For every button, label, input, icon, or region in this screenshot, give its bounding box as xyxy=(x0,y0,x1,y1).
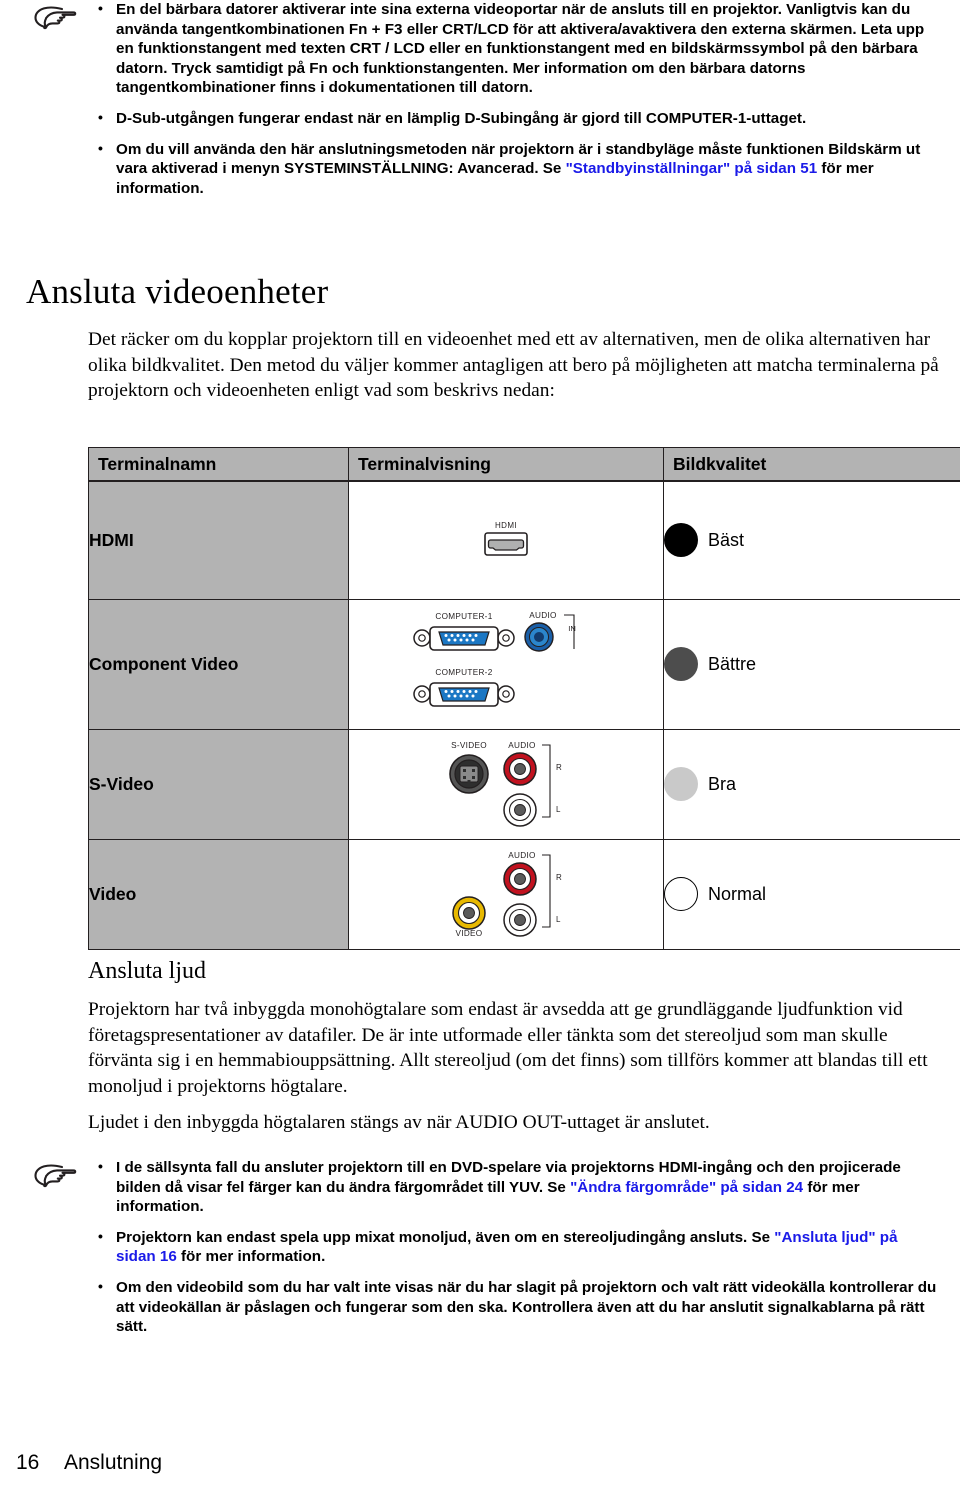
audio-section-paragraph-1: Projektorn har två inbyggda monohögtalar… xyxy=(88,999,928,1097)
svg-text:AUDIO: AUDIO xyxy=(529,611,556,620)
pointing-hand-icon xyxy=(24,0,86,36)
svg-text:COMPUTER-1: COMPUTER-1 xyxy=(435,612,492,621)
terminal-name-cell: HDMI xyxy=(88,480,349,600)
quality-label: Bäst xyxy=(708,529,745,550)
svg-text:L: L xyxy=(556,915,561,924)
top-note-list: En del bärbara datorer aktiverar inte si… xyxy=(86,0,940,198)
column-header-bildkvalitet: Bildkvalitet xyxy=(663,447,960,482)
column-header-terminalvisning: Terminalvisning xyxy=(348,447,664,482)
terminal-view-cell: COMPUTER-1 COMPUTER-2 AUDIO IN xyxy=(348,598,664,730)
table-row: HDMI HDMI Bäst xyxy=(88,480,960,600)
footer-chapter-name: Anslutning xyxy=(64,1451,163,1474)
table-header-row: Terminalnamn Terminalvisning Bildkvalite… xyxy=(88,447,960,482)
terminal-name-cell: Video xyxy=(88,838,349,950)
note-text: En del bärbara datorer aktiverar inte si… xyxy=(116,1,925,97)
note-text: Projektorn kan endast spela upp mixat mo… xyxy=(116,1228,775,1246)
svg-text:R: R xyxy=(556,763,562,772)
page-footer: 16 Anslutning xyxy=(16,1451,162,1475)
svg-text:IN: IN xyxy=(568,624,576,633)
note-text: D-Sub-utgången fungerar endast när en lä… xyxy=(116,109,807,127)
bottom-note-list: I de sällsynta fall du ansluter projekto… xyxy=(86,1157,940,1337)
note-item: Projektorn kan endast spela upp mixat mo… xyxy=(86,1227,940,1267)
svg-text:COMPUTER-2: COMPUTER-2 xyxy=(435,668,492,677)
note-item: I de sällsynta fall du ansluter projekto… xyxy=(86,1157,940,1217)
note-text-after: för mer information. xyxy=(176,1248,326,1266)
note-text: Om den videobild som du har valt inte vi… xyxy=(116,1278,937,1336)
column-header-terminalnamn: Terminalnamn xyxy=(88,447,349,482)
bottom-note-block: I de sällsynta fall du ansluter projekto… xyxy=(24,1157,940,1337)
quality-cell: Bra xyxy=(663,728,960,840)
note-item: Om du vill använda den här anslutningsme… xyxy=(86,139,940,199)
heading-ansluta-ljud: Ansluta ljud xyxy=(88,958,206,984)
audio-out-label: AUDIO OUT xyxy=(455,1112,561,1133)
component-video-ports-icon: COMPUTER-1 COMPUTER-2 AUDIO IN xyxy=(413,611,576,707)
terminal-view-cell: S-VIDEO AUDIO R L xyxy=(348,728,664,840)
note-item: Om den videobild som du har valt inte vi… xyxy=(86,1277,940,1337)
audio-section-paragraph-2: Ljudet i den inbyggda högtalaren stängs … xyxy=(88,1110,948,1136)
footer-page-number: 16 xyxy=(16,1451,40,1474)
quality-dot-best xyxy=(664,523,698,558)
heading-ansluta-videoenheter: Ansluta videoenheter xyxy=(26,272,329,311)
svg-text:HDMI: HDMI xyxy=(495,521,517,530)
svg-text:AUDIO: AUDIO xyxy=(508,851,535,860)
svg-text:L: L xyxy=(556,805,561,814)
table-row: S-Video S-VIDEO AUDIO R L Bra xyxy=(88,728,960,840)
svg-text:S-VIDEO: S-VIDEO xyxy=(451,741,487,750)
note-item: D-Sub-utgången fungerar endast när en lä… xyxy=(86,108,940,129)
top-note-block: En del bärbara datorer aktiverar inte si… xyxy=(24,0,940,198)
quality-label: Normal xyxy=(708,883,767,904)
table-row: Video AUDIO VIDEO R L Normal xyxy=(88,838,960,950)
audio-paragraph2-after: -uttaget är anslutet. xyxy=(560,1112,710,1133)
note-item: En del bärbara datorer aktiverar inte si… xyxy=(86,0,940,98)
svg-text:R: R xyxy=(556,873,562,882)
quality-dot-better xyxy=(664,647,698,681)
quality-dot-normal xyxy=(664,877,698,911)
table-row: Component Video COMPUTER-1 COMPUTER-2 AU… xyxy=(88,598,960,730)
svg-text:VIDEO: VIDEO xyxy=(456,929,483,938)
video-section-intro: Det räcker om du kopplar projektorn till… xyxy=(88,329,939,402)
quality-label: Bra xyxy=(708,773,737,794)
pointing-hand-icon xyxy=(24,1158,86,1194)
terminal-view-cell: HDMI xyxy=(348,480,664,600)
terminal-name-cell: Component Video xyxy=(88,598,349,730)
quality-cell: Bäst xyxy=(663,480,960,600)
quality-label: Bättre xyxy=(708,653,757,674)
hdmi-port-icon: HDMI xyxy=(484,521,528,557)
quality-dot-good xyxy=(664,767,698,801)
svideo-ports-icon: S-VIDEO AUDIO R L xyxy=(449,741,562,827)
audio-paragraph2-before: Ljudet i den inbyggda högtalaren stängs … xyxy=(88,1112,456,1133)
terminal-table: Terminalnamn Terminalvisning Bildkvalite… xyxy=(88,447,960,950)
svg-text:AUDIO: AUDIO xyxy=(508,741,535,750)
terminal-view-cell: AUDIO VIDEO R L xyxy=(348,838,664,950)
composite-video-ports-icon: AUDIO VIDEO R L xyxy=(452,851,562,938)
quality-cell: Bättre xyxy=(663,598,960,730)
link-standbyinstallningar[interactable]: "Standbyinställningar" på sidan 51 xyxy=(566,160,818,177)
link-andra-fargomrade[interactable]: "Ändra färgområde" på sidan 24 xyxy=(570,1179,803,1196)
quality-cell: Normal xyxy=(663,838,960,950)
terminal-name-cell: S-Video xyxy=(88,728,349,840)
